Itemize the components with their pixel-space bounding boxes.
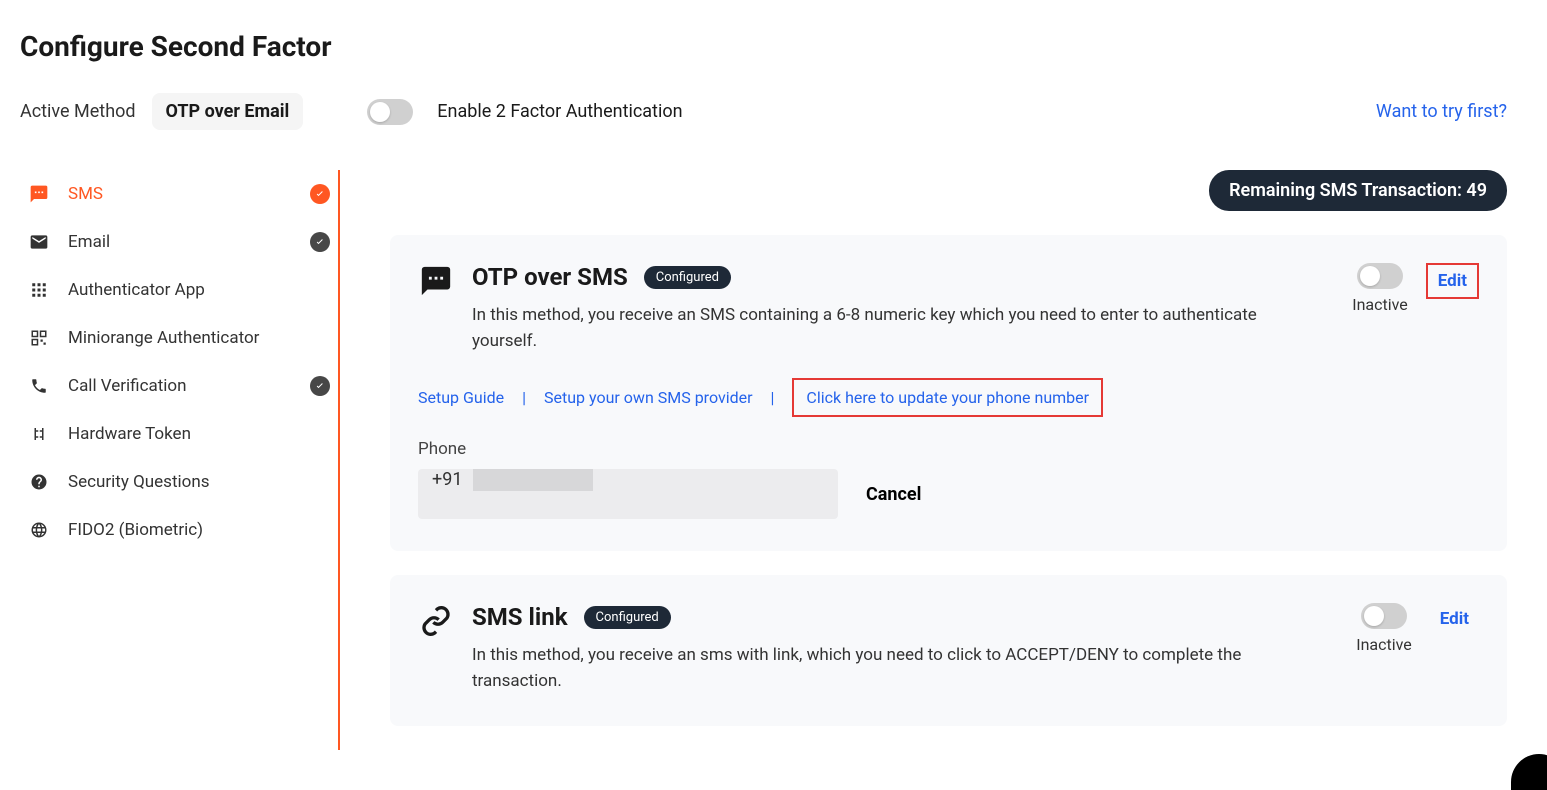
own-sms-provider-link[interactable]: Setup your own SMS provider xyxy=(544,388,753,407)
sidebar-item-label: SMS xyxy=(68,184,310,204)
setup-guide-link[interactable]: Setup Guide xyxy=(418,388,504,407)
sidebar-item-miniorange-authenticator[interactable]: Miniorange Authenticator xyxy=(20,314,338,362)
edit-button[interactable]: Edit xyxy=(1430,603,1479,635)
sidebar-item-call-verification[interactable]: Call Verification xyxy=(20,362,338,410)
globe-icon xyxy=(28,521,50,539)
card-status-label: Inactive xyxy=(1352,295,1408,314)
page-title: Configure Second Factor xyxy=(20,30,1527,63)
floating-action-button[interactable] xyxy=(1511,754,1547,790)
sidebar-item-label: Email xyxy=(68,232,310,252)
card-title: SMS link xyxy=(472,603,568,631)
card-active-toggle[interactable] xyxy=(1357,263,1403,289)
main-content: Remaining SMS Transaction: 49 OTP over S… xyxy=(390,170,1527,750)
sidebar-item-email[interactable]: Email xyxy=(20,218,338,266)
check-icon xyxy=(310,184,330,204)
configured-badge: Configured xyxy=(584,606,671,629)
sidebar-item-label: Call Verification xyxy=(68,376,310,396)
update-phone-link[interactable]: Click here to update your phone number xyxy=(792,378,1103,417)
sidebar-item-authenticator-app[interactable]: Authenticator App xyxy=(20,266,338,314)
sidebar-item-label: Hardware Token xyxy=(68,424,330,444)
enable-2fa-label: Enable 2 Factor Authentication xyxy=(437,101,682,122)
check-icon xyxy=(310,376,330,396)
question-icon xyxy=(28,473,50,491)
active-method-label: Active Method xyxy=(20,101,136,122)
sidebar-item-security-questions[interactable]: Security Questions xyxy=(20,458,338,506)
phone-masked-value xyxy=(473,469,593,491)
sidebar: SMS Email Authenticator App M xyxy=(20,170,340,750)
card-title: OTP over SMS xyxy=(472,263,628,291)
phone-label: Phone xyxy=(418,439,1479,459)
link-icon xyxy=(418,603,454,639)
token-icon xyxy=(28,425,50,443)
sidebar-item-hardware-token[interactable]: Hardware Token xyxy=(20,410,338,458)
phone-input[interactable]: +91 xyxy=(418,469,838,519)
edit-button[interactable]: Edit xyxy=(1426,263,1479,299)
email-icon xyxy=(28,232,50,252)
configured-badge: Configured xyxy=(644,266,731,289)
separator: | xyxy=(522,388,526,407)
sidebar-item-sms[interactable]: SMS xyxy=(20,170,338,218)
sms-bubble-icon xyxy=(418,263,454,299)
sidebar-item-fido2[interactable]: FIDO2 (Biometric) xyxy=(20,506,338,554)
enable-2fa-toggle[interactable] xyxy=(367,99,413,125)
card-description: In this method, you receive an SMS conta… xyxy=(472,303,1292,354)
card-sms-link: SMS link Configured In this method, you … xyxy=(390,575,1507,726)
check-icon xyxy=(310,232,330,252)
card-otp-over-sms: OTP over SMS Configured In this method, … xyxy=(390,235,1507,551)
grid-icon xyxy=(28,281,50,299)
try-first-link[interactable]: Want to try first? xyxy=(1376,101,1507,122)
phone-icon xyxy=(28,377,50,395)
card-active-toggle[interactable] xyxy=(1361,603,1407,629)
header-row: Active Method OTP over Email Enable 2 Fa… xyxy=(20,93,1527,130)
cancel-button[interactable]: Cancel xyxy=(866,484,921,505)
phone-prefix: +91 xyxy=(432,469,462,490)
separator: | xyxy=(771,388,775,407)
card-description: In this method, you receive an sms with … xyxy=(472,643,1292,694)
sms-icon xyxy=(28,184,50,204)
remaining-sms-badge: Remaining SMS Transaction: 49 xyxy=(1209,170,1507,211)
sidebar-item-label: FIDO2 (Biometric) xyxy=(68,520,330,540)
sidebar-item-label: Security Questions xyxy=(68,472,330,492)
active-method-value: OTP over Email xyxy=(152,93,304,130)
card-status-label: Inactive xyxy=(1356,635,1412,654)
sidebar-item-label: Miniorange Authenticator xyxy=(68,328,330,348)
sidebar-item-label: Authenticator App xyxy=(68,280,330,300)
qr-icon xyxy=(28,329,50,347)
